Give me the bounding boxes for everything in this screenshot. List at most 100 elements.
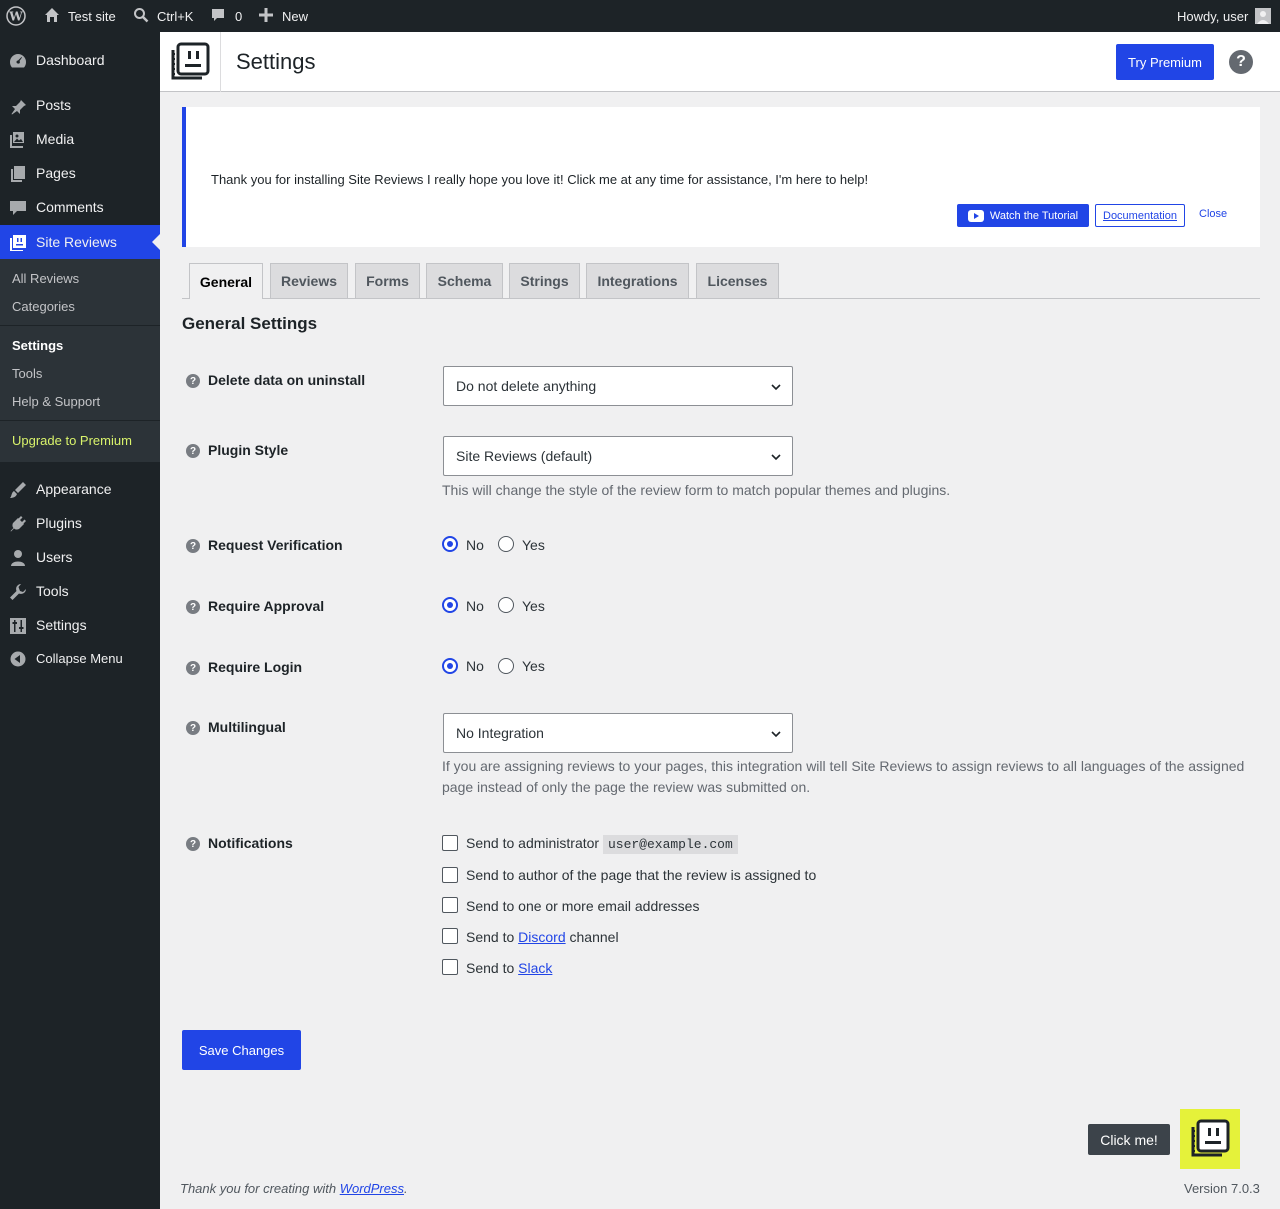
plus-icon <box>259 7 273 25</box>
submenu-settings[interactable]: Settings <box>12 338 63 353</box>
approval-yes-radio[interactable] <box>498 597 514 613</box>
submenu-upgrade[interactable]: Upgrade to Premium <box>12 433 132 448</box>
site-reviews-logo-icon <box>171 42 210 80</box>
submenu-divider <box>0 325 160 326</box>
collapse-menu-button[interactable]: Collapse Menu <box>0 641 160 675</box>
wordpress-logo-icon[interactable]: W <box>6 0 26 32</box>
admin-bar: W Test site Ctrl+K 0 New Howdy, user <box>0 0 1280 32</box>
comments-link[interactable]: 0 <box>210 0 242 32</box>
chevron-down-icon <box>771 731 781 738</box>
sidebar-item-dashboard[interactable]: Dashboard <box>0 43 160 77</box>
pin-icon <box>8 96 28 116</box>
question-icon[interactable]: ? <box>186 721 200 735</box>
multilingual-select[interactable]: No Integration <box>443 713 793 753</box>
discord-post-text: channel <box>569 929 619 945</box>
my-account-link[interactable]: Howdy, user <box>1177 0 1272 32</box>
sidebar-item-posts[interactable]: Posts <box>0 88 160 122</box>
tab-general[interactable]: General <box>189 263 263 299</box>
site-name-link[interactable]: Test site <box>44 0 116 32</box>
sidebar-item-site-reviews[interactable]: Site Reviews <box>0 225 160 259</box>
question-icon[interactable]: ? <box>186 444 200 458</box>
tab-integrations[interactable]: Integrations <box>586 263 689 298</box>
pages-icon <box>8 164 28 184</box>
question-icon[interactable]: ? <box>186 661 200 675</box>
submenu-categories[interactable]: Categories <box>12 299 75 314</box>
tab-schema[interactable]: Schema <box>426 263 503 298</box>
question-icon[interactable]: ? <box>186 539 200 553</box>
site-reviews-submenu: All Reviews Categories Settings Tools He… <box>0 259 160 462</box>
click-me-tooltip[interactable]: Click me! <box>1088 1124 1170 1155</box>
slack-link[interactable]: Slack <box>518 960 552 976</box>
tab-forms[interactable]: Forms <box>355 263 420 298</box>
approval-no-radio[interactable] <box>442 597 458 613</box>
notify-author-checkbox[interactable] <box>442 867 458 883</box>
submenu-divider <box>0 420 160 421</box>
tab-strings[interactable]: Strings <box>509 263 580 298</box>
submenu-help-support[interactable]: Help & Support <box>12 394 100 409</box>
notify-author-label: Send to author of the page that the revi… <box>466 867 817 883</box>
plugin-style-label: Plugin Style <box>208 442 289 458</box>
question-icon[interactable]: ? <box>186 374 200 388</box>
verification-no-radio[interactable] <box>442 536 458 552</box>
sidebar-item-settings[interactable]: Settings <box>0 608 160 642</box>
site-reviews-icon <box>8 233 28 253</box>
try-premium-button[interactable]: Try Premium <box>1116 44 1214 80</box>
delete-data-label: Delete data on uninstall <box>208 372 366 388</box>
notify-admin-label: Send to administrator user@example.com <box>466 835 738 854</box>
notify-discord-checkbox[interactable] <box>442 928 458 944</box>
require-approval-label: Require Approval <box>208 598 325 614</box>
discord-link[interactable]: Discord <box>518 929 565 945</box>
notify-discord-label: Send to Discord channel <box>466 929 619 945</box>
watch-tutorial-button[interactable]: Watch the Tutorial <box>957 204 1089 227</box>
submenu-tools[interactable]: Tools <box>12 366 42 381</box>
notify-emails-checkbox[interactable] <box>442 897 458 913</box>
question-icon[interactable]: ? <box>186 837 200 851</box>
new-content-link[interactable]: New <box>259 0 308 32</box>
search-icon <box>133 7 149 26</box>
dashboard-icon <box>8 51 28 71</box>
sidebar-item-label: Tools <box>36 583 69 599</box>
site-reviews-logo <box>160 32 221 92</box>
question-icon[interactable]: ? <box>186 600 200 614</box>
notify-admin-checkbox[interactable] <box>442 835 458 851</box>
sidebar-item-tools[interactable]: Tools <box>0 574 160 608</box>
sidebar-item-comments[interactable]: Comments <box>0 190 160 224</box>
svg-text:W: W <box>8 10 23 24</box>
notify-slack-checkbox[interactable] <box>442 959 458 975</box>
sidebar-item-pages[interactable]: Pages <box>0 156 160 190</box>
chevron-down-icon <box>771 384 781 391</box>
tab-licenses[interactable]: Licenses <box>696 263 779 298</box>
plugin-style-description: This will change the style of the review… <box>442 482 951 498</box>
sidebar-item-label: Plugins <box>36 515 82 531</box>
login-no-radio[interactable] <box>442 658 458 674</box>
help-icon[interactable]: ? <box>1229 50 1253 74</box>
submenu-all-reviews[interactable]: All Reviews <box>12 271 79 286</box>
new-label: New <box>282 8 309 24</box>
close-notice-link[interactable]: Close <box>1199 208 1227 220</box>
sidebar-item-media[interactable]: Media <box>0 122 160 156</box>
page-title: Settings <box>236 49 316 74</box>
plugin-style-select[interactable]: Site Reviews (default) <box>443 436 793 476</box>
howdy-text: Howdy, user <box>1177 8 1249 24</box>
search-button[interactable]: Ctrl+K <box>133 0 193 32</box>
comment-icon <box>8 198 28 218</box>
radio-yes-label: Yes <box>522 598 545 614</box>
sidebar-item-label: Dashboard <box>36 52 105 68</box>
delete-data-select[interactable]: Do not delete anything <box>443 366 793 406</box>
documentation-button[interactable]: Documentation <box>1095 204 1185 227</box>
wordpress-link[interactable]: WordPress <box>340 1181 404 1196</box>
request-verification-label: Request Verification <box>208 537 343 553</box>
login-yes-radio[interactable] <box>498 658 514 674</box>
plug-icon <box>8 514 28 534</box>
require-login-label: Require Login <box>208 659 303 675</box>
save-changes-button[interactable]: Save Changes <box>182 1030 301 1070</box>
comments-count: 0 <box>235 8 243 24</box>
tab-reviews[interactable]: Reviews <box>270 263 348 298</box>
sidebar-item-plugins[interactable]: Plugins <box>0 506 160 540</box>
sidebar-item-appearance[interactable]: Appearance <box>0 472 160 506</box>
sidebar-item-users[interactable]: Users <box>0 540 160 574</box>
sidebar-item-label: Comments <box>36 199 104 215</box>
assistant-button[interactable] <box>1180 1109 1240 1169</box>
verification-yes-radio[interactable] <box>498 536 514 552</box>
collapse-icon <box>8 649 28 669</box>
